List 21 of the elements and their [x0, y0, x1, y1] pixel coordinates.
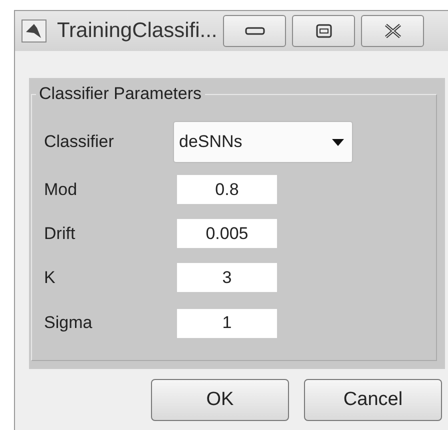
field-label: Mod — [44, 180, 78, 200]
classifier-dropdown[interactable]: deSNNs — [173, 121, 353, 163]
caret-icon — [332, 138, 344, 146]
input-field[interactable]: 1 — [177, 308, 277, 338]
ok-button[interactable]: OK — [151, 379, 289, 421]
cancel-button[interactable]: Cancel — [304, 379, 442, 421]
window-title: TrainingClassifi... — [57, 19, 218, 43]
field-label: Sigma — [44, 313, 94, 333]
app-icon — [21, 19, 47, 43]
field-label: K — [44, 268, 56, 288]
input-field[interactable]: 3 — [177, 263, 277, 292]
minimize-button[interactable] — [223, 15, 286, 47]
field-label: Drift — [44, 224, 76, 244]
restore-button[interactable] — [292, 15, 356, 47]
minimize-icon — [244, 27, 265, 35]
restore-icon — [316, 24, 332, 38]
field-label: Classifier — [44, 132, 115, 152]
input-field[interactable]: 0.8 — [177, 175, 277, 204]
close-icon — [382, 23, 403, 39]
input-field[interactable]: 0.005 — [177, 219, 277, 248]
close-button[interactable] — [361, 15, 424, 47]
